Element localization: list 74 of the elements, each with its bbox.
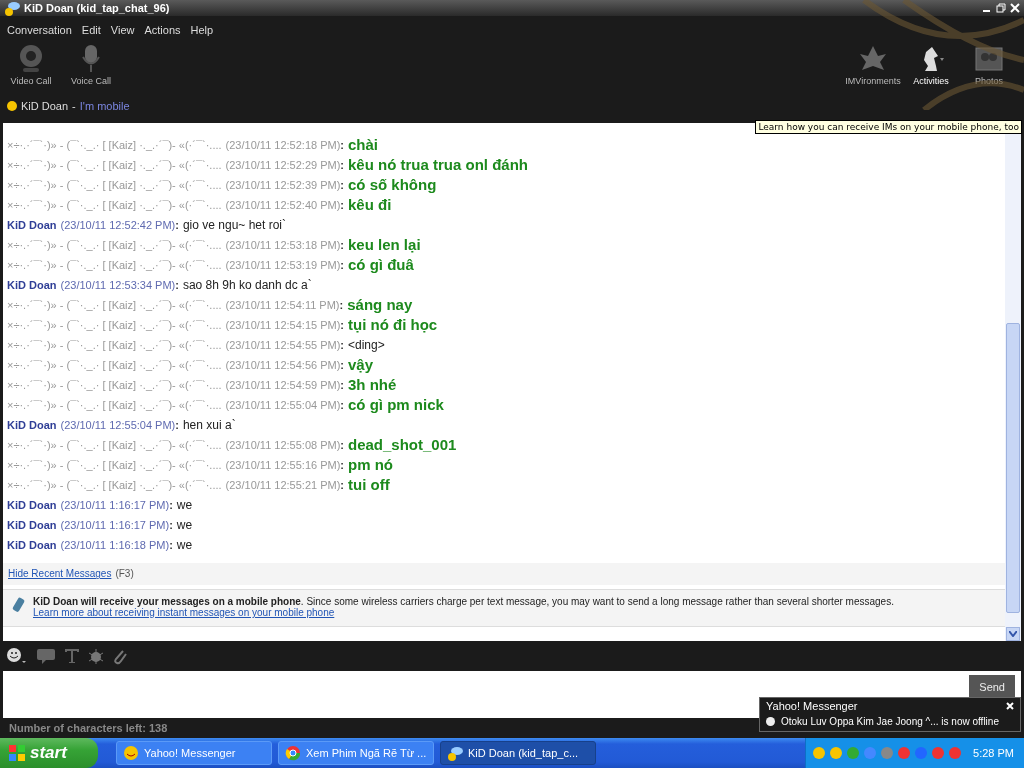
timestamp: (23/10/11 12:54:15 PM): [225, 318, 344, 331]
sender-name: KiD Doan [7, 218, 57, 231]
clock: 5:28 PM [973, 747, 1014, 759]
sender-name: ×÷·.·´¯`·)» - (¯`·._.· [ [Kaiz] ·._.·´¯)- «(·´¯`·.... [7, 318, 222, 331]
sender-name: ×÷·.·´¯`·)» - (¯`·._.· [ [Kaiz] ·._.·´¯)- «(·´¯`·.... [7, 158, 222, 171]
message-text: 3h nhé [348, 376, 397, 394]
message-text: vậy [348, 356, 374, 374]
sender-name: ×÷·.·´¯`·)» - (¯`·._.· [ [Kaiz] ·._.·´¯)- «(·´¯`·.... [7, 438, 222, 451]
sender-name: ×÷·.·´¯`·)» - (¯`·._.· [ [Kaiz] ·._.·´¯)- «(·´¯`·.... [7, 458, 222, 471]
shortcut-hint: (F3) [115, 568, 134, 580]
sender-name: ×÷·.·´¯`·)» - (¯`·._.· [ [Kaiz] ·._.·´¯)- «(·´¯`·.... [7, 198, 222, 211]
sender-name: KiD Doan [7, 538, 57, 551]
sender-name: ×÷·.·´¯`·)» - (¯`·._.· [ [Kaiz] ·._.·´¯)- «(·´¯`·.... [7, 298, 222, 311]
separator-dash: - [72, 100, 76, 113]
sender-name: ×÷·.·´¯`·)» - (¯`·._.· [ [Kaiz] ·._.·´¯)- «(·´¯`·.... [7, 238, 222, 251]
notification-title: Yahoo! Messenger [766, 700, 858, 712]
timestamp: (23/10/11 12:53:19 PM): [225, 258, 344, 271]
contact-name: KiD Doan [21, 100, 69, 113]
sender-name: ×÷·.·´¯`·)» - (¯`·._.· [ [Kaiz] ·._.·´¯)- «(·´¯`·.... [7, 398, 222, 411]
timestamp: (23/10/11 12:55:16 PM): [225, 458, 344, 471]
sender-name: ×÷·.·´¯`·)» - (¯`·._.· [ [Kaiz] ·._.·´¯)- «(·´¯`·.... [7, 358, 222, 371]
status-message: I'm mobile [79, 100, 130, 113]
message-text: gio ve ngu~ het roi` [182, 217, 286, 232]
sender-name: KiD Doan [7, 498, 57, 511]
timestamp: (23/10/11 12:55:21 PM): [225, 478, 344, 491]
timestamp: (23/10/11 12:55:04 PM): [60, 418, 179, 431]
sender-name: KiD Doan [7, 418, 57, 431]
message-text: tụi nó đi học [348, 316, 438, 334]
sender-name: ×÷·.·´¯`·)» - (¯`·._.· [ [Kaiz] ·._.·´¯)- «(·´¯`·.... [7, 178, 222, 191]
sender-name: KiD Doan [7, 278, 57, 291]
message-text: hen xui a` [182, 417, 236, 432]
message-text: pm nó [348, 456, 393, 474]
timestamp: (23/10/11 12:52:18 PM): [225, 138, 344, 151]
message-text: dead_shot_001 [348, 436, 457, 454]
window-title: KiD Doan (kid_tap_chat_96) [24, 2, 170, 14]
message-text: we [176, 497, 193, 512]
message-text: kêu đi [348, 196, 392, 214]
timestamp: (23/10/11 12:52:42 PM): [60, 218, 179, 231]
timestamp: (23/10/11 12:53:34 PM): [60, 278, 179, 291]
timestamp: (23/10/11 12:53:18 PM): [225, 238, 344, 251]
message-text: chài [348, 136, 379, 154]
sender-name: KiD Doan [7, 518, 57, 531]
character-count: Number of characters left: 138 [9, 722, 168, 735]
timestamp: (23/10/11 12:52:39 PM): [225, 178, 344, 191]
message-text: we [176, 517, 193, 532]
message-text: kêu nó trua trua onl đánh [348, 156, 529, 174]
mobile-notice-text: KiD Doan will receive your messages on a mobile phone. Since some wireless carriers charge per text message, you may want to send a long message rather than several shorter messages. [33, 595, 894, 607]
timestamp: (23/10/11 12:55:08 PM): [225, 438, 344, 451]
notification-text: Otoku Luv Oppa Kim Jae Joong ^... is now offline [781, 716, 999, 727]
timestamp: (23/10/11 12:54:55 PM): [225, 338, 344, 351]
message-text: có gì pm nick [348, 396, 444, 414]
sender-name: ×÷·.·´¯`·)» - (¯`·._.· [ [Kaiz] ·._.·´¯)- «(·´¯`·.... [7, 338, 222, 351]
message-text: sao 8h 9h ko danh dc a` [182, 277, 312, 292]
sender-name: ×÷·.·´¯`·)» - (¯`·._.· [ [Kaiz] ·._.·´¯)- «(·´¯`·.... [7, 378, 222, 391]
timestamp: (23/10/11 1:16:17 PM): [60, 518, 173, 531]
sender-name: ×÷·.·´¯`·)» - (¯`·._.· [ [Kaiz] ·._.·´¯)- «(·´¯`·.... [7, 258, 222, 271]
sender-name: ×÷·.·´¯`·)» - (¯`·._.· [ [Kaiz] ·._.·´¯)- «(·´¯`·.... [7, 138, 222, 151]
timestamp: (23/10/11 12:55:04 PM): [225, 398, 344, 411]
message-text: we [176, 537, 193, 552]
message-text: keu len lại [348, 236, 421, 254]
timestamp: (23/10/11 12:54:11 PM): [225, 298, 344, 311]
message-text: sáng nay [347, 296, 413, 314]
tooltip: Learn how you can receive IMs on your mobile phone, too [755, 120, 1022, 134]
message-text: tui off [348, 476, 390, 494]
message-text: có số không [348, 176, 437, 194]
timestamp: (23/10/11 1:16:18 PM): [60, 538, 173, 551]
timestamp: (23/10/11 12:52:40 PM): [225, 198, 344, 211]
message-text: có gì đuâ [348, 256, 414, 274]
message-text: <ding> [348, 337, 385, 352]
timestamp: (23/10/11 1:16:17 PM): [60, 498, 173, 511]
timestamp: (23/10/11 12:54:59 PM): [225, 378, 344, 391]
timestamp: (23/10/11 12:54:56 PM): [225, 358, 344, 371]
timestamp: (23/10/11 12:52:29 PM): [225, 158, 344, 171]
sender-name: ×÷·.·´¯`·)» - (¯`·._.· [ [Kaiz] ·._.·´¯)- «(·´¯`·.... [7, 478, 222, 491]
